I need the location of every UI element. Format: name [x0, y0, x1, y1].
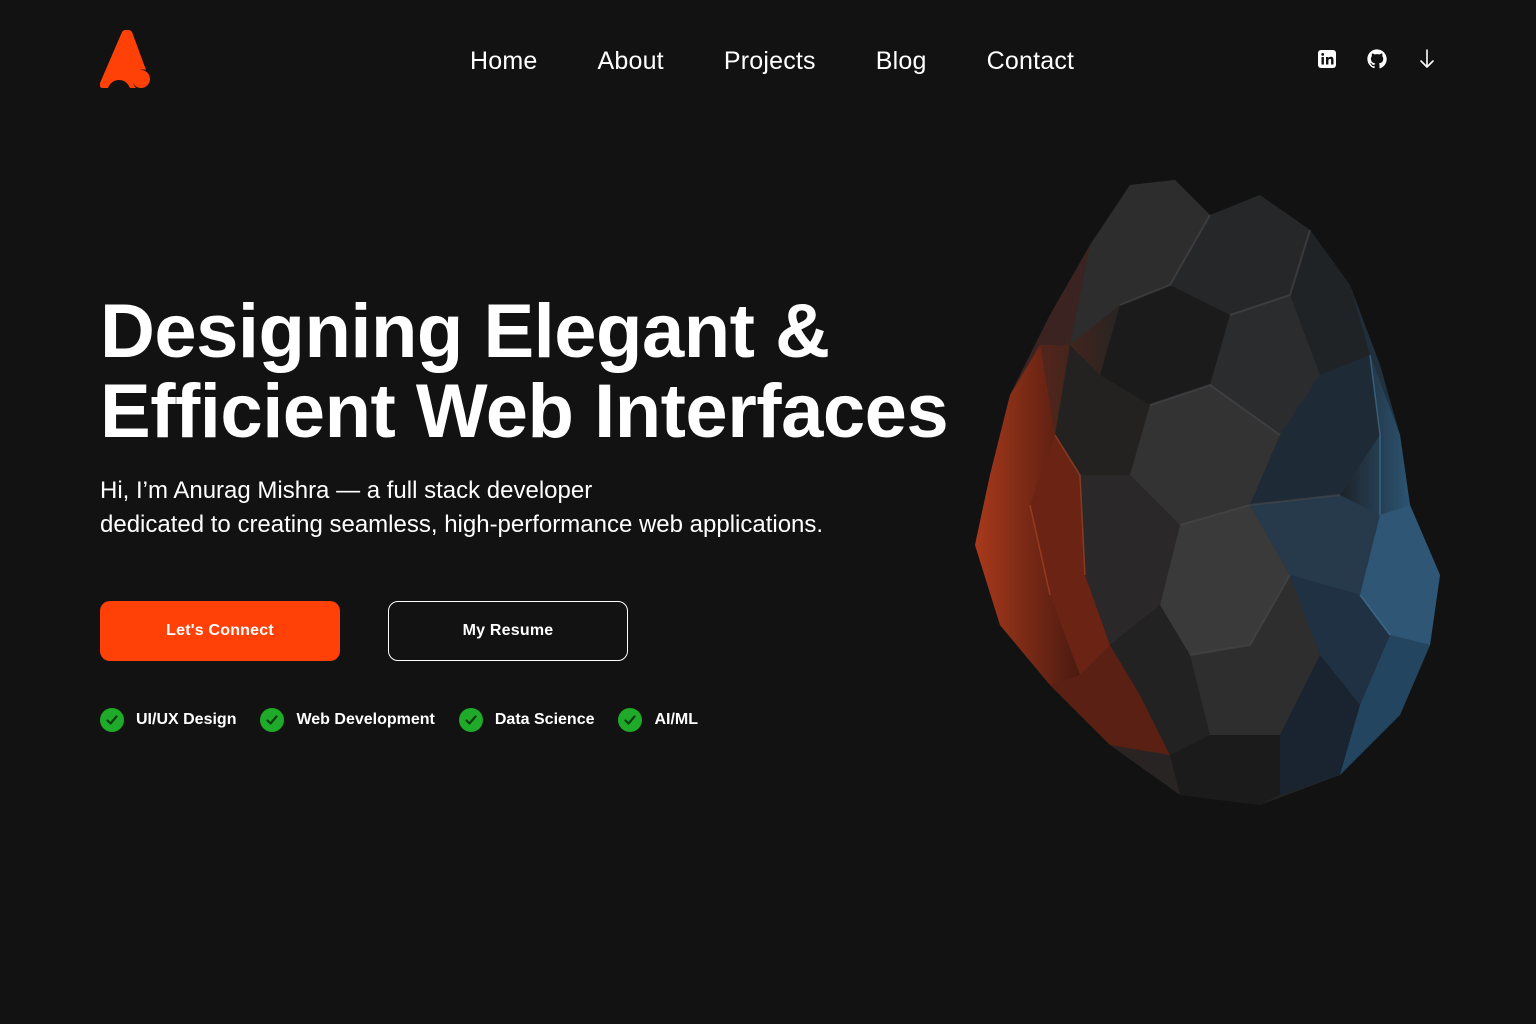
nav-blog[interactable]: Blog: [876, 44, 927, 78]
linkedin-icon[interactable]: [1316, 48, 1338, 70]
skill-label: AI/ML: [654, 711, 699, 728]
check-circle-icon: [260, 708, 285, 732]
skill-label: UI/UX Design: [136, 711, 237, 728]
page: Home About Projects Blog Contact Designi…: [0, 0, 1536, 1024]
arrow-down-icon[interactable]: [1416, 48, 1438, 70]
nav-home[interactable]: Home: [470, 44, 538, 78]
hero-subtitle-line-1: Hi, I’m Anurag Mishra — a full stack dev…: [100, 477, 593, 504]
hero-title: Designing Elegant & Efficient Web Interf…: [100, 292, 980, 452]
faceted-rock-image: [975, 180, 1440, 805]
skill-item: AI/ML: [618, 708, 698, 732]
skill-label: Web Development: [296, 711, 435, 728]
github-icon[interactable]: [1366, 48, 1388, 70]
check-circle-icon: [100, 708, 124, 732]
skill-label: Data Science: [494, 711, 595, 728]
social-links: [1316, 48, 1438, 70]
hero-title-line-1: Designing Elegant &: [100, 289, 830, 374]
hero-title-line-2: Efficient Web Interfaces: [100, 369, 949, 454]
hero-subtitle: Hi, I’m Anurag Mishra — a full stack dev…: [100, 474, 920, 542]
my-resume-button[interactable]: My Resume: [388, 601, 628, 661]
nav-contact[interactable]: Contact: [987, 44, 1075, 78]
check-circle-icon: [618, 708, 643, 732]
skill-item: UI/UX Design: [100, 708, 236, 732]
check-circle-icon: [458, 708, 483, 732]
brand-logo[interactable]: [100, 30, 152, 92]
nav-about[interactable]: About: [598, 44, 664, 78]
skill-item: Data Science: [458, 708, 595, 732]
skill-item: Web Development: [260, 708, 435, 732]
nav-projects[interactable]: Projects: [724, 44, 816, 78]
main-nav: Home About Projects Blog Contact: [470, 44, 1074, 78]
hero-subtitle-line-2: dedicated to creating seamless, high-per…: [100, 511, 824, 538]
skills-list: UI/UX Design Web Development Data Scienc…: [100, 708, 722, 732]
lets-connect-button[interactable]: Let's Connect: [100, 601, 340, 661]
